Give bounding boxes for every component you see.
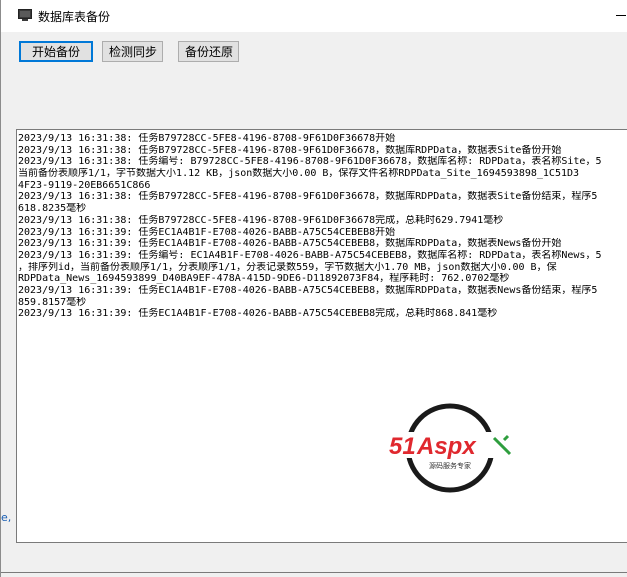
log-line: 当前备份表顺序1/1，字节数据大小1.12 KB，json数据大小0.00 B，… bbox=[18, 168, 580, 180]
app-window-icon bbox=[18, 9, 32, 21]
start-backup-button[interactable]: 开始备份 bbox=[19, 41, 93, 62]
bottom-edge bbox=[1, 572, 627, 573]
log-line: 2023/9/13 16:31:39: 任务EC1A4B1F-E708-4026… bbox=[18, 284, 598, 296]
minimize-icon[interactable] bbox=[614, 4, 626, 24]
log-line: 4F23-9119-20EB6651C866 bbox=[18, 179, 151, 191]
log-line: 2023/9/13 16:31:38: 任务B79728CC-5FE8-4196… bbox=[18, 214, 504, 226]
log-line: 2023/9/13 16:31:39: 任务EC1A4B1F-E708-4026… bbox=[18, 238, 562, 250]
watermark-brand-text: Aspx bbox=[416, 433, 477, 460]
log-line: 2023/9/13 16:31:38: 任务编号: B79728CC-5FE8-… bbox=[18, 156, 602, 168]
log-line: 2023/9/13 16:31:39: 任务EC1A4B1F-E708-4026… bbox=[18, 308, 498, 320]
check-sync-button[interactable]: 检测同步 bbox=[102, 41, 163, 62]
log-lines: 2023/9/13 16:31:38: 任务B79728CC-5FE8-4196… bbox=[18, 133, 627, 320]
log-line: 2023/9/13 16:31:38: 任务B79728CC-5FE8-4196… bbox=[18, 144, 562, 156]
log-line: ，排序列id，当前备份表顺序1/1，分表顺序1/1，分表记录数559，字节数据大… bbox=[18, 261, 557, 273]
log-line: 2023/9/13 16:31:39: 任务EC1A4B1F-E708-4026… bbox=[18, 226, 396, 238]
restore-backup-button[interactable]: 备份还原 bbox=[178, 41, 239, 62]
log-line: RDPData_News_1694593899_D40BA9EF-478A-41… bbox=[18, 273, 510, 285]
log-line: 859.8157毫秒 bbox=[18, 296, 87, 308]
51aspx-watermark-logo: 51 Aspx 源码服务专家 bbox=[386, 403, 514, 493]
watermark-tagline: 源码服务专家 bbox=[429, 461, 471, 470]
app-window: 数据库表备份 开始备份 检测同步 备份还原 2023/9/13 16:31:38… bbox=[0, 0, 627, 577]
log-line: 2023/9/13 16:31:39: 任务编号: EC1A4B1F-E708-… bbox=[18, 249, 602, 261]
log-line: 2023/9/13 16:31:38: 任务B79728CC-5FE8-4196… bbox=[18, 191, 598, 203]
window-title: 数据库表备份 bbox=[38, 10, 111, 24]
log-line: 2023/9/13 16:31:38: 任务B79728CC-5FE8-4196… bbox=[18, 133, 396, 144]
log-line: 618.8235毫秒 bbox=[18, 203, 87, 215]
title-bar[interactable]: 数据库表备份 bbox=[1, 0, 627, 32]
log-textbox[interactable]: 2023/9/13 16:31:38: 任务B79728CC-5FE8-4196… bbox=[16, 129, 627, 543]
watermark-number: 51 bbox=[389, 433, 416, 460]
stray-glyph: e, bbox=[1, 511, 12, 524]
